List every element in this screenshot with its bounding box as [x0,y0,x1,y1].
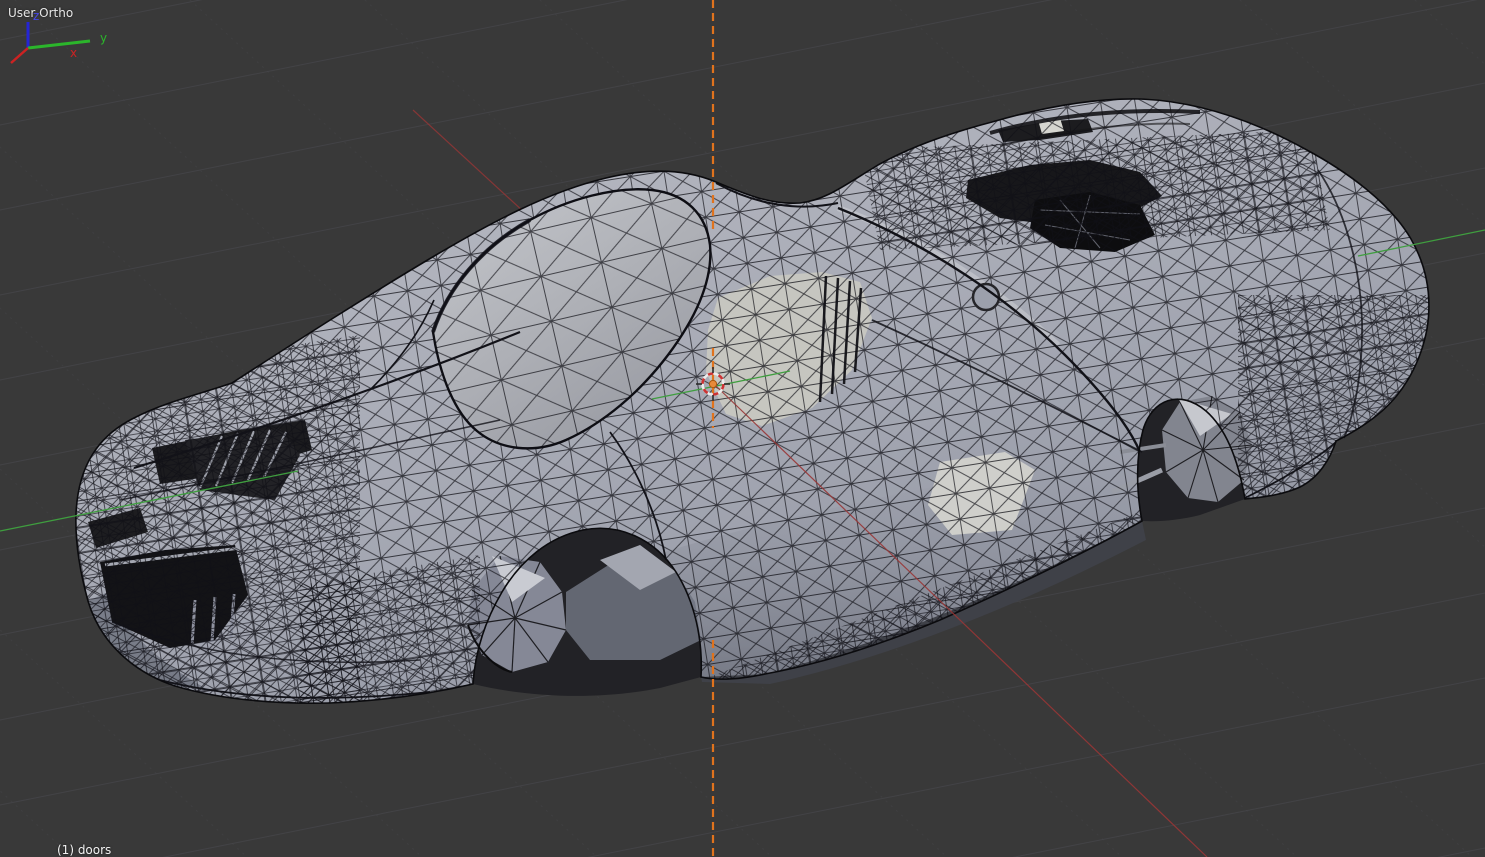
gizmo-y-axis-icon [27,39,91,50]
axis-gizmo: z y x [10,9,107,64]
gizmo-y-label: y [100,31,107,45]
blender-3d-viewport[interactable]: User Ortho (1) doors z y x [0,0,1485,857]
gizmo-x-axis-icon [10,47,29,64]
gizmo-x-label: x [70,46,77,60]
active-object-label: (1) doors [57,843,112,857]
object-origin-dot [708,379,718,389]
viewport-canvas[interactable] [0,0,1485,857]
gizmo-z-label: z [33,9,39,23]
